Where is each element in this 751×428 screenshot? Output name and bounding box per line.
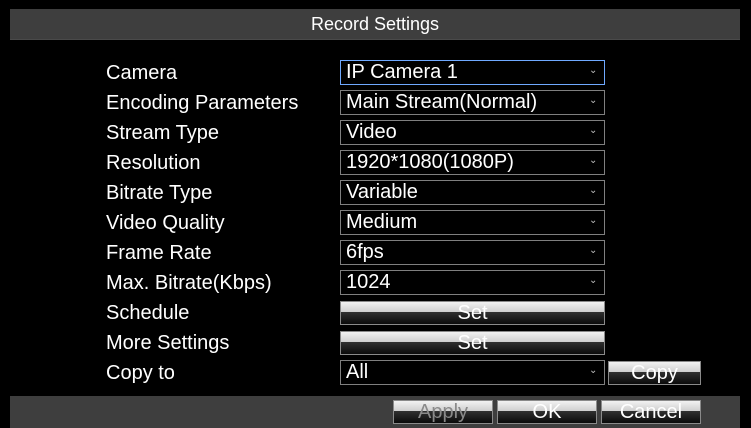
schedule-label: Schedule bbox=[106, 302, 190, 324]
record-settings-dialog: Record Settings Camera IP Camera 1 ⌄ Enc… bbox=[0, 0, 751, 428]
max-bitrate-label: Max. Bitrate(Kbps) bbox=[106, 272, 272, 294]
resolution-select[interactable]: 1920*1080(1080P) ⌄ bbox=[340, 150, 605, 175]
frame-rate-value: 6fps bbox=[346, 241, 384, 263]
bitrate-type-value: Variable bbox=[346, 181, 418, 203]
max-bitrate-value: 1024 bbox=[346, 271, 391, 293]
encoding-parameters-label: Encoding Parameters bbox=[106, 92, 299, 114]
dialog-title: Record Settings bbox=[10, 9, 740, 40]
more-settings-set-button[interactable]: Set bbox=[340, 331, 605, 355]
chevron-down-icon: ⌄ bbox=[589, 185, 598, 196]
copy-to-select[interactable]: All ⌄ bbox=[340, 360, 605, 385]
chevron-down-icon: ⌄ bbox=[589, 275, 598, 286]
dialog-footer: Apply OK Cancel bbox=[10, 396, 740, 428]
bitrate-type-select[interactable]: Variable ⌄ bbox=[340, 180, 605, 205]
camera-label: Camera bbox=[106, 62, 178, 84]
ok-button[interactable]: OK bbox=[497, 400, 597, 424]
chevron-down-icon: ⌄ bbox=[589, 95, 598, 106]
frame-rate-select[interactable]: 6fps ⌄ bbox=[340, 240, 605, 265]
video-quality-value: Medium bbox=[346, 211, 418, 233]
stream-type-select[interactable]: Video ⌄ bbox=[340, 120, 605, 145]
chevron-down-icon: ⌄ bbox=[589, 245, 598, 256]
chevron-down-icon: ⌄ bbox=[589, 155, 598, 166]
chevron-down-icon: ⌄ bbox=[589, 215, 598, 226]
schedule-set-button[interactable]: Set bbox=[340, 301, 605, 325]
copy-to-label: Copy to bbox=[106, 362, 175, 384]
chevron-down-icon: ⌄ bbox=[589, 65, 598, 76]
max-bitrate-select[interactable]: 1024 ⌄ bbox=[340, 270, 605, 295]
more-settings-label: More Settings bbox=[106, 332, 230, 354]
frame-rate-label: Frame Rate bbox=[106, 242, 212, 264]
settings-form: Camera IP Camera 1 ⌄ Encoding Parameters… bbox=[10, 40, 740, 396]
video-quality-label: Video Quality bbox=[106, 212, 225, 234]
encoding-parameters-select[interactable]: Main Stream(Normal) ⌄ bbox=[340, 90, 605, 115]
copy-to-value: All bbox=[346, 361, 369, 383]
camera-select[interactable]: IP Camera 1 ⌄ bbox=[340, 60, 605, 85]
chevron-down-icon: ⌄ bbox=[589, 365, 598, 376]
apply-button[interactable]: Apply bbox=[393, 400, 493, 424]
chevron-down-icon: ⌄ bbox=[589, 125, 598, 136]
resolution-value: 1920*1080(1080P) bbox=[346, 151, 514, 173]
stream-type-label: Stream Type bbox=[106, 122, 220, 144]
encoding-parameters-value: Main Stream(Normal) bbox=[346, 91, 538, 113]
camera-value: IP Camera 1 bbox=[346, 61, 458, 83]
video-quality-select[interactable]: Medium ⌄ bbox=[340, 210, 605, 235]
cancel-button[interactable]: Cancel bbox=[601, 400, 701, 424]
resolution-label: Resolution bbox=[106, 152, 201, 174]
copy-button[interactable]: Copy bbox=[608, 361, 701, 385]
stream-type-value: Video bbox=[346, 121, 397, 143]
bitrate-type-label: Bitrate Type bbox=[106, 182, 213, 204]
